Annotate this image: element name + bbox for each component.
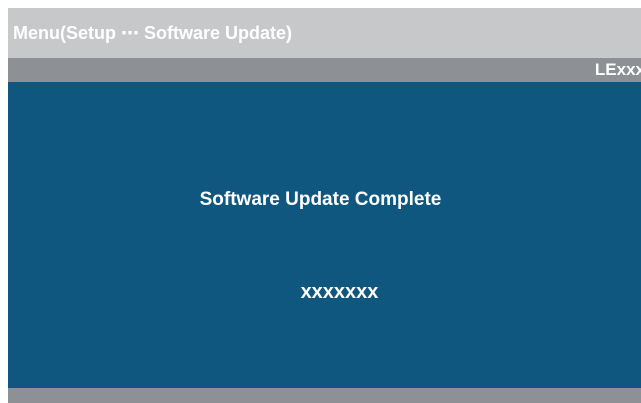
update-status-panel: Software Update Complete xxxxxxx xyxy=(8,82,641,388)
software-version: xxxxxxx xyxy=(300,281,379,303)
software-update-screen: Menu(Setup ⋯ Software Update) LExxx Soft… xyxy=(0,0,641,403)
update-complete-message: Software Update Complete xyxy=(199,189,442,210)
model-bar: LExxx xyxy=(8,58,641,82)
model-label: LExxx xyxy=(594,60,641,79)
bottom-bar xyxy=(8,388,641,403)
title-bar: Menu(Setup ⋯ Software Update) xyxy=(8,8,641,58)
menu-title: Menu(Setup ⋯ Software Update) xyxy=(13,23,293,43)
